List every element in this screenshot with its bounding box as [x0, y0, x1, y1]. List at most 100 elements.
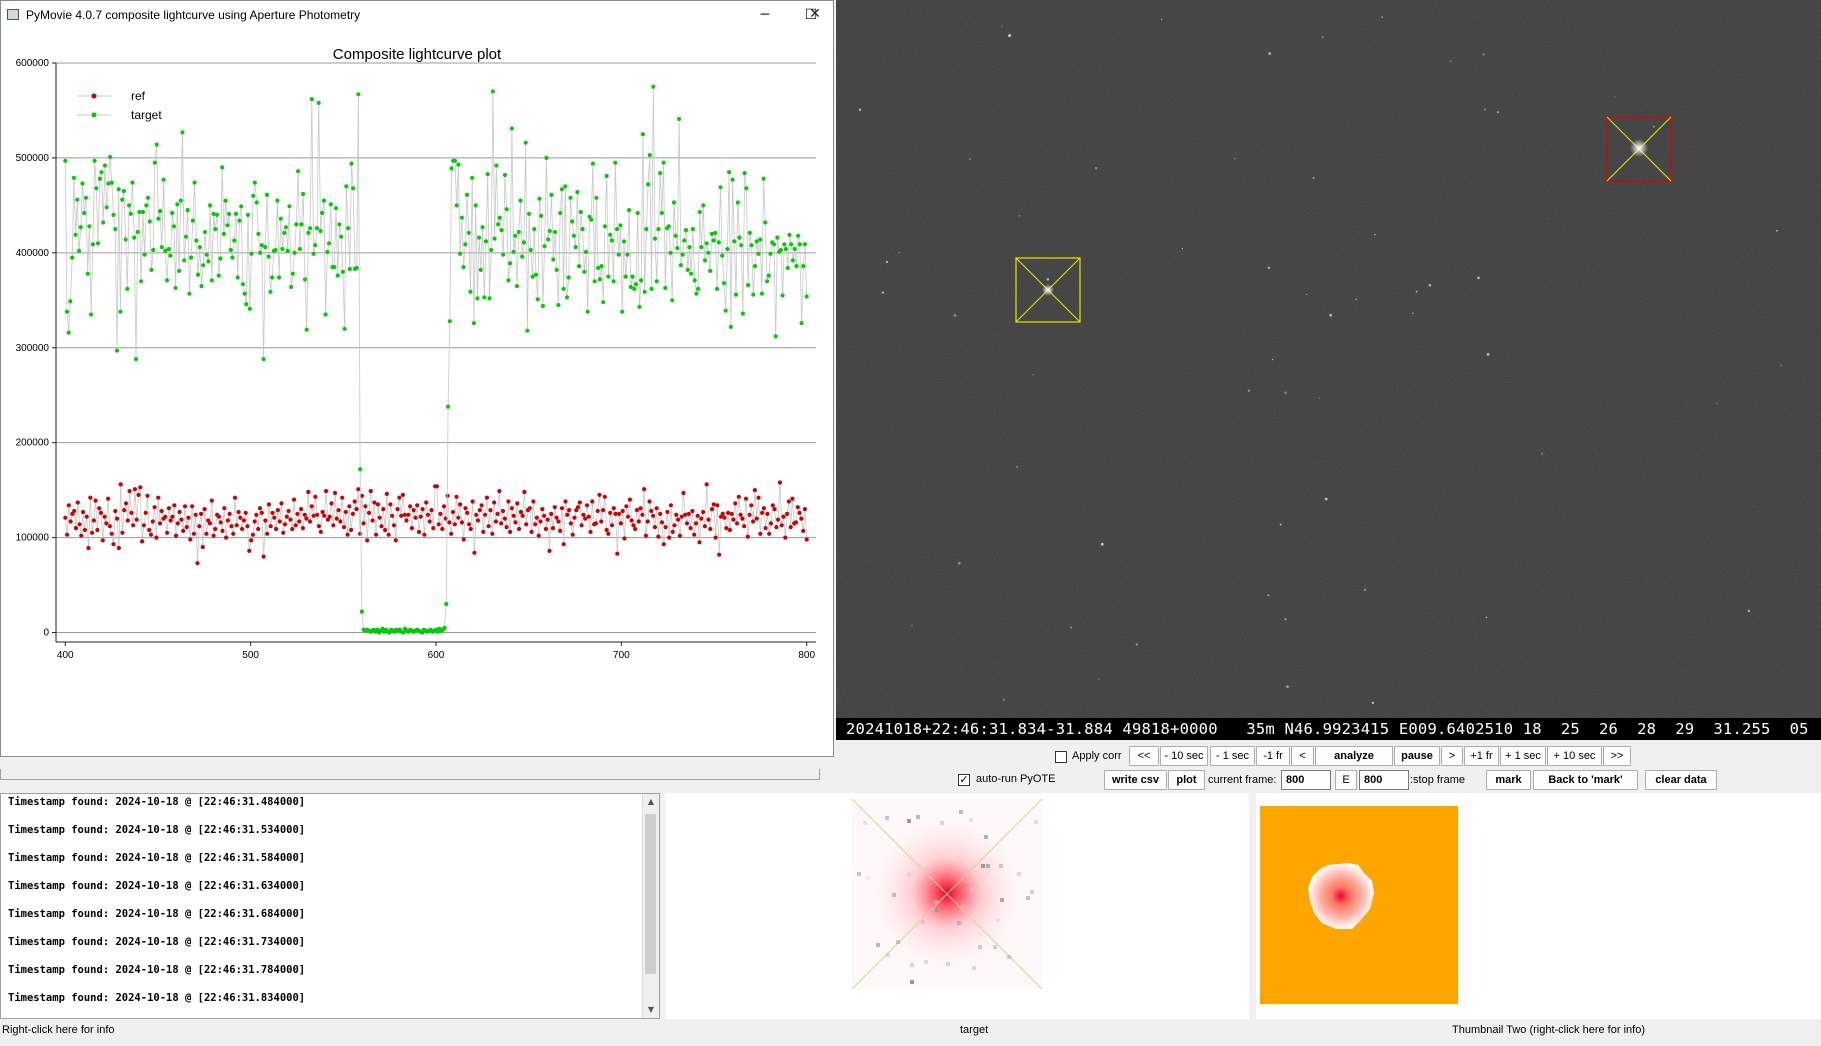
data-point-target [64, 309, 70, 314]
faint-star [881, 291, 885, 294]
y-tick-label: 200000 [16, 438, 50, 449]
status-left[interactable]: Right-click here for info [2, 1024, 115, 1036]
thumbnail-one[interactable] [665, 793, 1249, 1019]
data-point-ref [241, 518, 246, 523]
star-field-image[interactable]: 20241018+22:46:31.834-31.884 49818+0000 … [836, 0, 1821, 740]
data-point-ref [579, 523, 584, 528]
stop-frame-input[interactable]: 800 [1359, 770, 1409, 790]
data-point-ref [733, 501, 738, 506]
data-point-ref [383, 527, 388, 533]
data-point-ref [195, 561, 200, 566]
data-point-ref [250, 532, 255, 537]
lightcurve-window[interactable]: PyMovie 4.0.7 composite lightcurve using… [0, 0, 834, 757]
back-to-mark-button[interactable]: Back to 'mark' [1533, 770, 1638, 790]
back-1-sec-button[interactable]: - 1 sec [1210, 746, 1255, 766]
scroll-up-icon[interactable]: ▲ [643, 794, 659, 810]
data-point-target [533, 272, 539, 277]
faint-star [1002, 698, 1005, 701]
data-point-target [471, 321, 476, 326]
data-point-ref [311, 513, 316, 518]
data-point-ref [720, 511, 725, 516]
back-10-sec-button[interactable]: - 10 sec [1160, 746, 1208, 766]
data-point-ref [199, 511, 204, 516]
data-point-ref [72, 508, 77, 514]
nav-button-first[interactable]: << [1129, 746, 1159, 766]
data-point-ref [776, 517, 781, 522]
window-titlebar[interactable]: PyMovie 4.0.7 composite lightcurve using… [1, 1, 833, 29]
data-point-target [763, 220, 768, 225]
current-frame-input[interactable]: 800 [1281, 770, 1331, 790]
data-point-target [237, 218, 242, 223]
data-point-ref [684, 521, 690, 526]
forward-button[interactable]: > [1441, 746, 1463, 766]
data-point-target [173, 285, 178, 291]
data-point-ref [461, 537, 466, 542]
data-point-ref [279, 501, 284, 506]
minimize-button[interactable]: ─ [742, 1, 788, 29]
data-point-target [339, 234, 344, 239]
data-point-target [497, 215, 502, 220]
nav-button-last[interactable]: >> [1603, 746, 1631, 766]
faint-star [1279, 523, 1282, 526]
mark-button[interactable]: mark [1486, 770, 1531, 790]
data-point-target [89, 312, 94, 317]
data-point-ref [699, 516, 704, 521]
data-point-ref [341, 525, 347, 530]
data-point-ref [758, 531, 763, 536]
star-field-canvas[interactable] [836, 0, 1821, 718]
back-1-frame-button[interactable]: -1 fr [1256, 746, 1290, 766]
data-point-ref [159, 508, 164, 514]
data-point-target [442, 625, 447, 630]
data-point-target [783, 246, 789, 252]
apply-corr-checkbox[interactable] [1055, 751, 1067, 763]
data-point-target [746, 283, 751, 288]
lightcurve-chart[interactable]: 0 100000 200000 300000 400000 500000 600000 400… [1, 29, 833, 756]
data-point-target [716, 240, 721, 245]
data-point-target [585, 309, 590, 314]
forward-10-sec-button[interactable]: + 10 sec [1547, 746, 1602, 766]
auto-run-pyote-checkbox[interactable]: ✓ [958, 774, 970, 786]
data-point-target [308, 226, 313, 231]
data-point-target [573, 245, 578, 250]
data-point-target [632, 286, 637, 291]
data-point-ref [729, 511, 734, 516]
pause-button[interactable]: pause [1394, 746, 1440, 766]
scroll-thumb[interactable] [645, 814, 656, 974]
data-point-target [185, 208, 190, 213]
data-point-target [802, 242, 808, 247]
plot-button[interactable]: plot [1168, 770, 1205, 790]
log-textbox[interactable]: Timestamp found: 2024-10-18 @ [22:46:31.… [0, 793, 660, 1019]
back-button[interactable]: < [1291, 746, 1314, 766]
faint-star [1306, 293, 1308, 296]
plot-area[interactable]: Composite lightcurve plot 0 100000 200000 3… [1, 29, 833, 756]
log-scrollbar[interactable]: ▲ ▼ [642, 794, 659, 1018]
data-point-ref [768, 521, 774, 526]
thumbnail-two[interactable] [1256, 793, 1821, 1019]
data-point-ref [465, 510, 470, 515]
clear-data-button[interactable]: clear data [1645, 770, 1717, 790]
data-point-ref [307, 519, 313, 524]
data-point-target [159, 245, 164, 250]
data-point-target [192, 180, 197, 185]
forward-1-frame-button[interactable]: +1 fr [1464, 746, 1499, 766]
data-point-ref [661, 542, 666, 547]
faint-star [1094, 166, 1098, 170]
thumbnail-two-label[interactable]: Thumbnail Two (right-click here for info… [1452, 1024, 1645, 1036]
data-point-ref [649, 508, 654, 514]
data-point-ref [470, 499, 475, 504]
forward-1-sec-button[interactable]: + 1 sec [1500, 746, 1546, 766]
close-button[interactable]: ✕ [792, 0, 838, 28]
data-point-ref [302, 512, 307, 517]
data-point-ref [456, 515, 461, 520]
end-frame-button[interactable]: E [1335, 770, 1357, 790]
data-point-target [77, 248, 82, 253]
data-point-target [140, 209, 145, 215]
data-point-ref [663, 525, 668, 530]
analyze-button[interactable]: analyze [1315, 746, 1393, 766]
write-csv-button[interactable]: write csv [1104, 770, 1167, 790]
data-point-target [666, 224, 671, 229]
data-point-target [473, 203, 478, 208]
data-point-ref [674, 512, 679, 517]
scroll-down-icon[interactable]: ▼ [643, 1002, 659, 1018]
noise-pixel [886, 953, 890, 957]
